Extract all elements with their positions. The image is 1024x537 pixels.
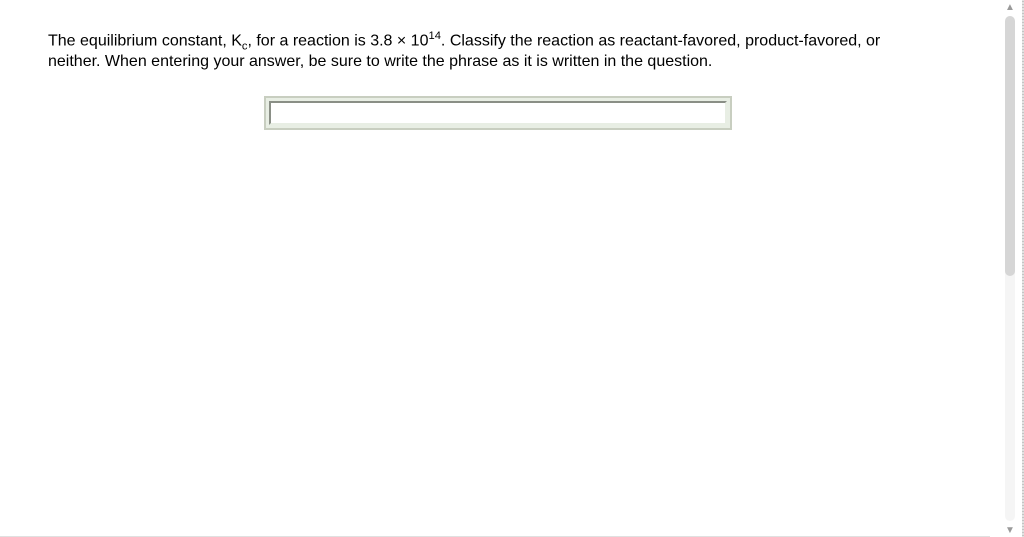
triangle-down-icon: ▼: [1005, 525, 1015, 536]
question-part1: The equilibrium constant, K: [48, 32, 242, 49]
answer-input[interactable]: [271, 103, 725, 123]
scroll-up-arrow-icon[interactable]: ▲: [1002, 0, 1018, 14]
scroll-down-arrow-icon[interactable]: ▼: [1002, 523, 1018, 537]
answer-input-frame: [264, 96, 732, 130]
triangle-up-icon: ▲: [1005, 2, 1015, 13]
question-part2: , for a reaction is 3.8 × 10: [247, 32, 428, 49]
question-superscript: 14: [428, 30, 440, 42]
question-text: The equilibrium constant, Kc, for a reac…: [48, 30, 928, 72]
vertical-scrollbar: ▲ ▼: [1002, 0, 1018, 537]
answer-input-inner: [269, 101, 727, 125]
content-area: The equilibrium constant, Kc, for a reac…: [0, 0, 990, 537]
scrollbar-thumb[interactable]: [1005, 16, 1015, 276]
